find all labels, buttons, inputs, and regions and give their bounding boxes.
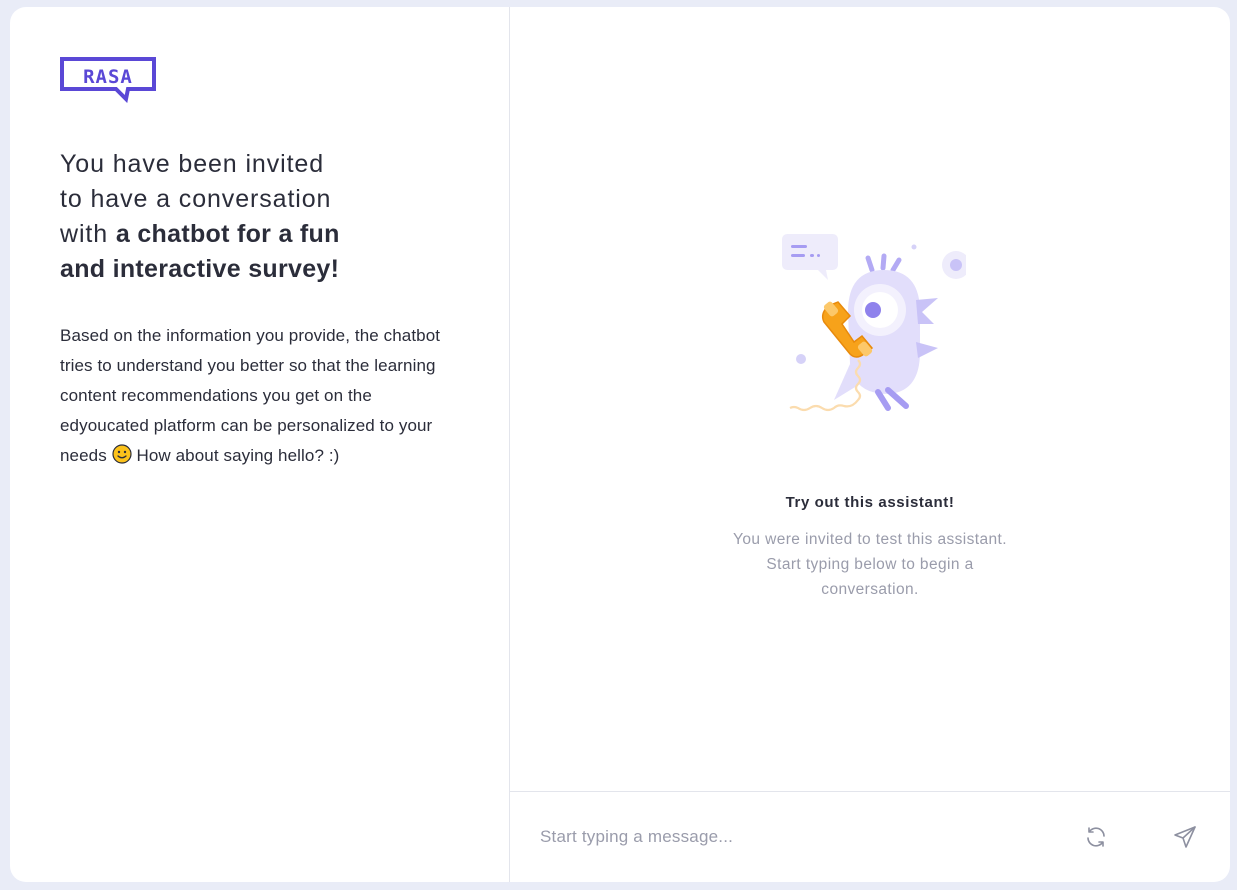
heading-line-4-bold: and interactive survey! (60, 255, 340, 283)
bird-with-phone-illustration (782, 234, 966, 412)
heading-line-3: with (60, 220, 116, 248)
smiley-icon (112, 444, 132, 464)
send-icon (1174, 826, 1196, 848)
heading-line-2: to have a conversation (60, 185, 332, 213)
message-input[interactable] (540, 827, 1040, 847)
chat-panel: Try out this assistant! You were invited… (510, 7, 1230, 882)
intro-description: Based on the information you provide, th… (60, 321, 455, 471)
heading-line-1: You have been invited (60, 150, 325, 178)
rasa-logo: RASA (60, 57, 156, 103)
heading-line-3-bold: a chatbot for a fun (115, 220, 340, 248)
reset-conversation-button[interactable] (1083, 824, 1109, 850)
invite-heading: You have been invited to have a conversa… (60, 147, 380, 287)
refresh-icon (1087, 827, 1105, 847)
description-text-end: How about saying hello? :) (131, 446, 340, 465)
intro-panel: RASA You have been invited to have a con… (10, 7, 510, 882)
message-composer (510, 791, 1230, 882)
chat-window: RASA You have been invited to have a con… (10, 7, 1230, 882)
empty-state-title: Try out this assistant! (785, 494, 955, 511)
svg-text:RASA: RASA (83, 66, 133, 88)
message-area: Try out this assistant! You were invited… (510, 7, 1230, 791)
empty-state-text: You were invited to test this assistant.… (733, 531, 1007, 598)
send-button[interactable] (1172, 824, 1198, 850)
